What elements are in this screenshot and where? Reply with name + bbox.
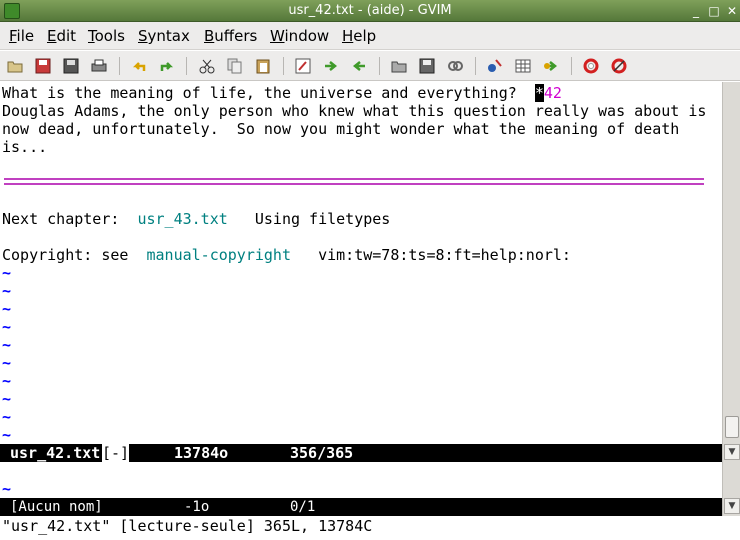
vertical-scrollbar[interactable]: ▼ ▼ bbox=[722, 82, 740, 516]
toolbar-separator bbox=[283, 57, 284, 75]
toolbar-separator bbox=[186, 57, 187, 75]
copy-icon[interactable] bbox=[226, 57, 244, 75]
find-prev-icon[interactable] bbox=[350, 57, 368, 75]
empty-line-tilde: ~ bbox=[2, 318, 12, 336]
toolbar-separator bbox=[475, 57, 476, 75]
status-size: -1o bbox=[184, 499, 210, 515]
menu-syntax[interactable]: Syntax bbox=[138, 27, 190, 45]
empty-line-tilde: ~ bbox=[2, 408, 12, 426]
status-filename: [Aucun nom] bbox=[10, 499, 103, 515]
status-filename: usr_42.txt bbox=[10, 444, 101, 462]
next-chapter-link[interactable]: usr_43.txt bbox=[137, 210, 227, 228]
save-session-icon[interactable] bbox=[418, 57, 436, 75]
jump-tag-icon[interactable] bbox=[542, 57, 560, 75]
empty-line-tilde: ~ bbox=[2, 282, 12, 300]
text-line: Douglas Adams, the only person who knew … bbox=[2, 102, 707, 120]
open-icon[interactable] bbox=[6, 57, 24, 75]
minimize-button[interactable]: _ bbox=[688, 3, 704, 19]
window-title: usr_42.txt - (aide) - GVIM bbox=[288, 3, 452, 18]
command-line[interactable]: "usr_42.txt" [lecture-seule] 365L, 13784… bbox=[0, 516, 740, 540]
menu-help[interactable]: Help bbox=[342, 27, 376, 45]
scrollbar-thumb[interactable] bbox=[725, 416, 739, 438]
empty-line-tilde: ~ bbox=[2, 264, 12, 282]
text-line: now dead, unfortunately. So now you migh… bbox=[2, 120, 680, 138]
status-line-inactive[interactable]: [Aucun nom] -1o 0/1 bbox=[0, 498, 722, 516]
empty-line-tilde: ~ bbox=[2, 354, 12, 372]
copyright-line: Copyright: see manual-copyright vim:tw=7… bbox=[2, 246, 571, 264]
toolbar bbox=[0, 51, 740, 81]
help-tag[interactable]: 42 bbox=[544, 84, 562, 102]
menu-window[interactable]: Window bbox=[270, 27, 329, 45]
modeline: vim:tw=78:ts=8:ft=help:norl: bbox=[291, 246, 571, 264]
save-all-icon[interactable] bbox=[62, 57, 80, 75]
run-script-icon[interactable] bbox=[446, 57, 464, 75]
toolbar-separator bbox=[571, 57, 572, 75]
editor-text-area[interactable]: What is the meaning of life, the univers… bbox=[0, 82, 722, 516]
cut-icon[interactable] bbox=[198, 57, 216, 75]
section-separator bbox=[4, 178, 704, 185]
empty-line-tilde: ~ bbox=[2, 426, 12, 444]
menu-file[interactable]: File bbox=[9, 27, 34, 45]
title-bar: usr_42.txt - (aide) - GVIM _ □ ✕ bbox=[0, 0, 740, 22]
empty-line-tilde: ~ bbox=[2, 300, 12, 318]
status-position: 356/365 bbox=[290, 444, 354, 462]
close-button[interactable]: ✕ bbox=[724, 3, 740, 19]
menu-bar: File Edit Tools Syntax Buffers Window He… bbox=[0, 22, 740, 50]
find-next-icon[interactable] bbox=[322, 57, 340, 75]
toolbar-separator bbox=[379, 57, 380, 75]
scroll-down-button[interactable]: ▼ bbox=[724, 498, 740, 514]
status-size: 13784o bbox=[174, 444, 229, 462]
next-chapter-line: Next chapter: usr_43.txt Using filetypes bbox=[2, 210, 390, 228]
status-position: 0/1 bbox=[290, 499, 316, 515]
text-cursor: * bbox=[534, 84, 544, 102]
empty-line-tilde: ~ bbox=[2, 390, 12, 408]
empty-line-tilde: ~ bbox=[2, 372, 12, 390]
undo-icon[interactable] bbox=[130, 57, 148, 75]
maximize-button[interactable]: □ bbox=[706, 3, 722, 19]
make-icon[interactable] bbox=[486, 57, 504, 75]
redo-icon[interactable] bbox=[158, 57, 176, 75]
build-tags-icon[interactable] bbox=[514, 57, 532, 75]
menu-buffers[interactable]: Buffers bbox=[204, 27, 257, 45]
save-icon[interactable] bbox=[34, 57, 52, 75]
empty-line-tilde: ~ bbox=[2, 336, 12, 354]
menu-edit[interactable]: Edit bbox=[47, 27, 76, 45]
replace-icon[interactable] bbox=[294, 57, 312, 75]
text-line: What is the meaning of life, the univers… bbox=[2, 84, 562, 102]
status-line-active[interactable]: usr_42.txt [-] 13784o 356/365 bbox=[0, 444, 722, 462]
copyright-label: Copyright: see bbox=[2, 246, 147, 264]
scroll-down-button[interactable]: ▼ bbox=[724, 444, 740, 460]
next-chapter-desc: Using filetypes bbox=[227, 210, 391, 228]
status-flag: [-] bbox=[102, 444, 130, 462]
empty-line-tilde: ~ bbox=[2, 480, 12, 498]
line-text: What is the meaning of life, the univers… bbox=[2, 84, 535, 102]
help-icon[interactable] bbox=[582, 57, 600, 75]
paste-icon[interactable] bbox=[254, 57, 272, 75]
load-session-icon[interactable] bbox=[390, 57, 408, 75]
text-line: is... bbox=[2, 138, 48, 156]
print-icon[interactable] bbox=[90, 57, 108, 75]
copyright-link[interactable]: manual-copyright bbox=[147, 246, 292, 264]
toolbar-separator bbox=[119, 57, 120, 75]
find-help-icon[interactable] bbox=[610, 57, 628, 75]
next-chapter-label: Next chapter: bbox=[2, 210, 138, 228]
menu-tools[interactable]: Tools bbox=[88, 27, 125, 45]
